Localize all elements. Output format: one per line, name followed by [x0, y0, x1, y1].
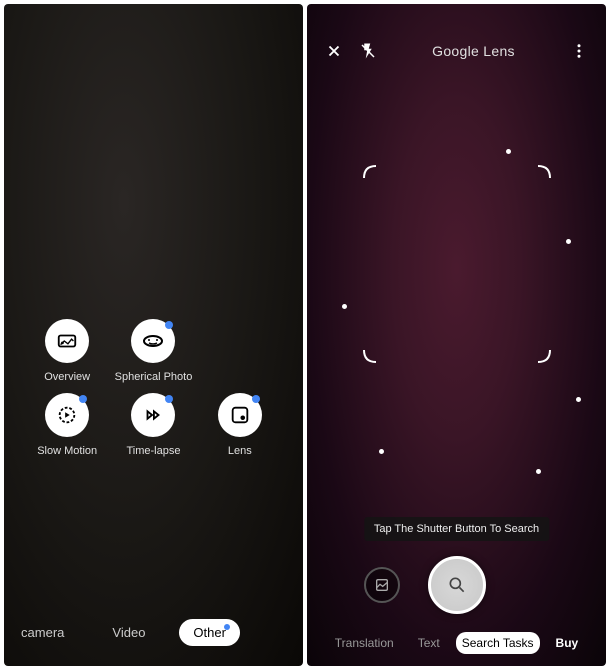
flash-off-icon[interactable]	[356, 39, 380, 63]
new-indicator-dot	[165, 395, 173, 403]
mode-spherical-photo[interactable]: Spherical Photo	[110, 319, 196, 383]
close-icon[interactable]	[322, 39, 346, 63]
overview-icon	[45, 319, 89, 363]
camera-modes-screen: Overview Spherical Photo Slow Motion Tim…	[4, 4, 303, 666]
new-indicator-dot	[224, 624, 230, 630]
mode-label: Spherical Photo	[115, 371, 193, 383]
shutter-button[interactable]	[428, 556, 486, 614]
modes-grid: Overview Spherical Photo Slow Motion Tim…	[24, 319, 283, 457]
tab-other[interactable]: Other	[179, 619, 240, 646]
tab-translation[interactable]: Translation	[327, 632, 402, 654]
mode-label: Lens	[228, 445, 252, 457]
lens-icon	[218, 393, 262, 437]
tab-camera[interactable]: camera	[7, 619, 78, 646]
mode-overview[interactable]: Overview	[24, 319, 110, 383]
tab-search-tasks[interactable]: Search Tasks	[456, 632, 540, 654]
app-title: Google Lens	[380, 43, 567, 59]
mode-label: Slow Motion	[37, 445, 97, 457]
search-icon	[447, 575, 467, 595]
hint-tooltip: Tap The Shutter Button To Search	[364, 517, 549, 541]
slow-motion-icon	[45, 393, 89, 437]
mode-time-lapse[interactable]: Time-lapse	[110, 393, 196, 457]
camera-mode-tabs: camera Video Other	[4, 619, 303, 646]
focus-point	[576, 397, 581, 402]
tab-text[interactable]: Text	[410, 632, 448, 654]
gallery-button[interactable]	[364, 567, 400, 603]
mode-label: Overview	[44, 371, 90, 383]
focus-point	[536, 469, 541, 474]
spherical-icon	[131, 319, 175, 363]
tab-video[interactable]: Video	[98, 619, 159, 646]
focus-point	[379, 449, 384, 454]
focus-point	[506, 149, 511, 154]
mode-slow-motion[interactable]: Slow Motion	[24, 393, 110, 457]
time-lapse-icon	[131, 393, 175, 437]
mode-lens[interactable]: Lens	[197, 393, 283, 457]
lens-mode-tabs: Translation Text Search Tasks Buy	[307, 632, 606, 654]
focus-frame	[362, 164, 552, 364]
camera-controls	[307, 556, 606, 614]
tab-label: Other	[193, 625, 226, 640]
new-indicator-dot	[79, 395, 87, 403]
mode-label: Time-lapse	[126, 445, 180, 457]
tab-buy[interactable]: Buy	[548, 632, 587, 654]
focus-point	[342, 304, 347, 309]
google-lens-screen: Google Lens Tap The Shutter Button To Se…	[307, 4, 606, 666]
focus-point	[566, 239, 571, 244]
new-indicator-dot	[165, 321, 173, 329]
more-icon[interactable]	[567, 39, 591, 63]
topbar: Google Lens	[307, 39, 606, 63]
new-indicator-dot	[252, 395, 260, 403]
